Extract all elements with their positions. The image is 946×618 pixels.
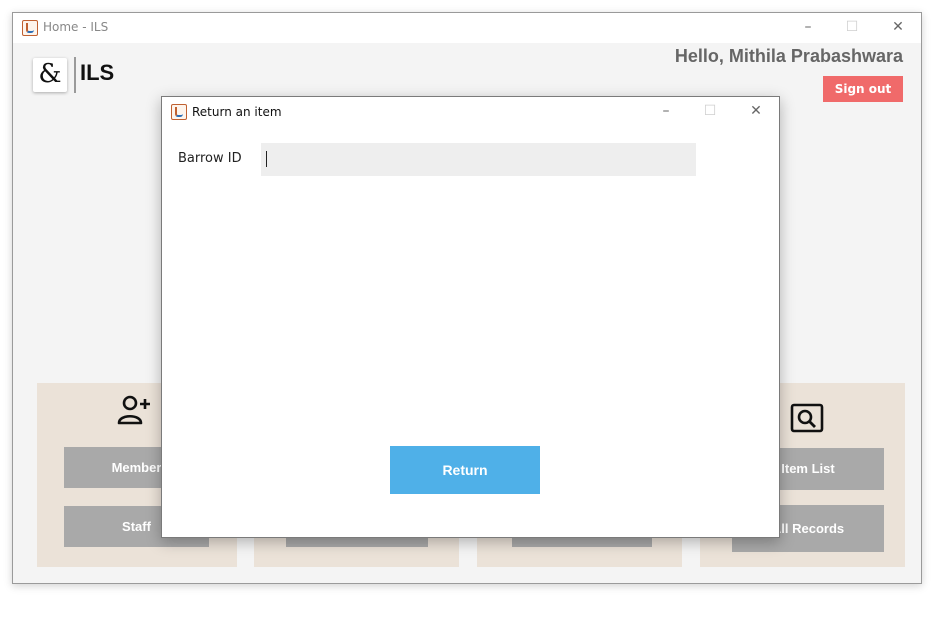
minimize-button[interactable]: –: [798, 17, 818, 37]
barrow-id-input[interactable]: [261, 143, 696, 176]
search-item-icon: [790, 403, 824, 433]
return-button[interactable]: Return: [390, 446, 540, 494]
greeting-text: Hello, Mithila Prabashwara: [674, 46, 903, 66]
java-app-icon: [171, 104, 187, 120]
main-window-title: Home - ILS: [43, 20, 109, 34]
main-titlebar[interactable]: Home - ILS – ☐ ✕: [13, 13, 921, 43]
add-user-icon: [117, 395, 153, 425]
maximize-button: ☐: [845, 19, 859, 35]
text-caret: [266, 151, 267, 167]
logo-icon: &: [33, 58, 67, 92]
sign-out-button[interactable]: Sign out: [823, 76, 903, 102]
return-item-dialog: Return an item – ☐ ✕ Barrow ID Return: [161, 96, 780, 538]
logo-divider: [74, 57, 76, 93]
dialog-close-button[interactable]: ✕: [746, 101, 766, 121]
dialog-maximize-button: ☐: [703, 103, 717, 119]
java-app-icon: [22, 20, 38, 36]
close-button[interactable]: ✕: [888, 17, 908, 37]
dialog-minimize-button[interactable]: –: [656, 101, 676, 121]
barrow-id-label: Barrow ID: [178, 151, 242, 166]
app-name: ILS: [80, 60, 115, 85]
dialog-title: Return an item: [192, 105, 282, 119]
